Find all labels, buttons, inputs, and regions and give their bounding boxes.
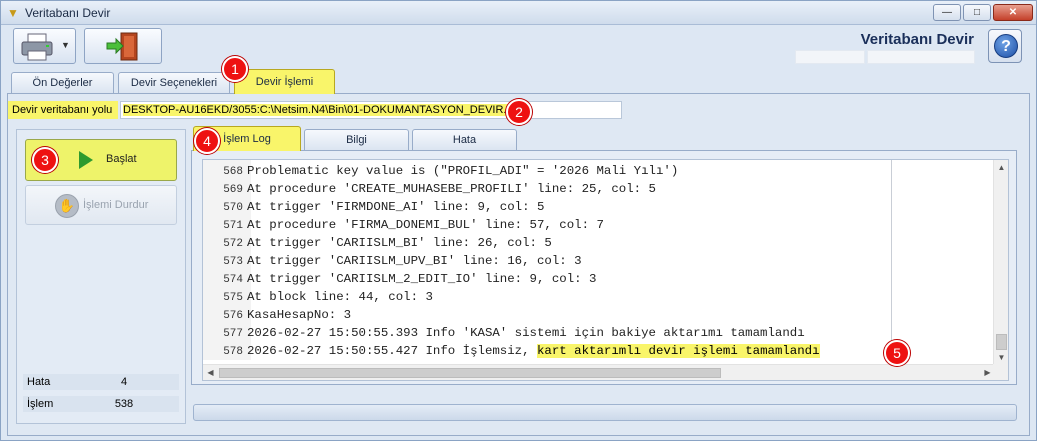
exit-door-icon xyxy=(106,32,138,61)
scroll-up-icon[interactable]: ▲ xyxy=(994,160,1008,175)
log-text: At procedure 'CREATE_MUHASEBE_PROFILI' l… xyxy=(247,182,656,196)
window-title: Veritabanı Devir xyxy=(25,6,111,20)
printer-icon xyxy=(21,33,53,61)
log-line: 577 2026-02-27 15:50:55.393 Info 'KASA' s… xyxy=(203,324,893,342)
path-value: DESKTOP-AU16EKD/3055:C:\Netsim.N4\Bin\01… xyxy=(123,104,529,116)
line-number: 570 xyxy=(223,202,243,214)
toolbar: ▼ Veritabanı Devir ? xyxy=(1,26,1036,68)
line-number: 573 xyxy=(223,256,243,268)
log-line: 568 Problematic key value is ("PROFIL_ADI… xyxy=(203,162,893,180)
log-lines: 568 Problematic key value is ("PROFIL_ADI… xyxy=(203,162,893,360)
log-line: 573 At trigger 'CARIISLM_UPV_BI' line: 16… xyxy=(203,252,893,270)
log-text: At procedure 'FIRMA_DONEMI_BUL' line: 57… xyxy=(247,218,604,232)
log-text: 2026-02-27 15:50:55.393 Info 'KASA' sist… xyxy=(247,326,805,340)
line-number: 572 xyxy=(223,238,243,250)
log-text: At trigger 'CARIISLM_UPV_BI' line: 16, c… xyxy=(247,254,582,268)
minimize-button[interactable]: — xyxy=(933,4,961,21)
print-button[interactable]: ▼ xyxy=(13,28,76,64)
title-bar: ▼ Veritabanı Devir — □ ✕ xyxy=(1,1,1036,25)
log-line: 576 KasaHesapNo: 3 xyxy=(203,306,893,324)
app-window: ▼ Veritabanı Devir — □ ✕ ▼ Veritabanı De… xyxy=(0,0,1037,441)
log-text: At block line: 44, col: 3 xyxy=(247,290,433,304)
line-number: 571 xyxy=(223,220,243,232)
help-icon: ? xyxy=(994,34,1018,58)
start-button-label: Başlat xyxy=(106,153,137,165)
exit-button[interactable] xyxy=(84,28,162,64)
log-highlight: kart aktarımlı devir işlemi tamamlandı xyxy=(537,344,820,358)
log-text: At trigger 'CARIISLM_2_EDIT_IO' line: 9,… xyxy=(247,272,597,286)
hand-stop-icon: ✋ xyxy=(55,194,79,218)
log-line: 572 At trigger 'CARIISLM_BI' line: 26, co… xyxy=(203,234,893,252)
line-number: 575 xyxy=(223,292,243,304)
log-text: KasaHesapNo: 3 xyxy=(247,308,352,322)
line-number: 577 xyxy=(223,328,243,340)
play-icon xyxy=(79,151,93,169)
log-line: 575 At block line: 44, col: 3 xyxy=(203,288,893,306)
log-text: At trigger 'CARIISLM_BI' line: 26, col: … xyxy=(247,236,552,250)
app-icon: ▼ xyxy=(7,6,19,20)
log-line: 570 At trigger 'FIRMDONE_AI' line: 9, col… xyxy=(203,198,893,216)
stop-button: ✋ İşlemi Durdur xyxy=(25,185,177,225)
path-label: Devir veritabanı yolu xyxy=(8,101,118,119)
path-field[interactable]: DESKTOP-AU16EKD/3055:C:\Netsim.N4\Bin\01… xyxy=(120,101,622,119)
line-number: 578 xyxy=(223,346,243,358)
callout-badge: 1 xyxy=(222,56,248,82)
tab-devir-islemi[interactable]: Devir İşlemi xyxy=(234,69,335,94)
line-number: 576 xyxy=(223,310,243,322)
vertical-scroll-thumb[interactable] xyxy=(996,334,1007,350)
process-count-value: 538 xyxy=(114,398,134,410)
log-line: 574 At trigger 'CARIISLM_2_EDIT_IO' line:… xyxy=(203,270,893,288)
callout-badge: 4 xyxy=(194,128,220,154)
header-info-box xyxy=(867,50,975,64)
scroll-left-icon[interactable]: ◀ xyxy=(203,365,218,380)
process-count-row: İşlem 538 xyxy=(23,396,179,412)
callout-badge: 3 xyxy=(32,147,58,173)
error-count-row: Hata 4 xyxy=(23,374,179,390)
line-number: 574 xyxy=(223,274,243,286)
progress-bar xyxy=(193,404,1017,421)
header-info-box xyxy=(795,50,865,64)
tab-devir-secenekleri[interactable]: Devir Seçenekleri xyxy=(118,72,230,93)
log-text: At trigger 'FIRMDONE_AI' line: 9, col: 5 xyxy=(247,200,545,214)
log-line: 578 2026-02-27 15:50:55.427 Info İşlemsiz… xyxy=(203,342,893,360)
horizontal-scrollbar[interactable]: ◀ ▶ xyxy=(203,364,995,380)
scroll-down-icon[interactable]: ▼ xyxy=(994,350,1008,365)
maximize-button[interactable]: □ xyxy=(963,4,991,21)
log-text: 2026-02-27 15:50:55.427 Info İşlemsiz, xyxy=(247,344,537,358)
horizontal-scroll-thumb[interactable] xyxy=(219,368,721,378)
stop-button-label: İşlemi Durdur xyxy=(83,199,149,211)
line-number: 569 xyxy=(223,184,243,196)
page-title: Veritabanı Devir xyxy=(860,31,974,48)
callout-badge: 2 xyxy=(506,99,532,125)
action-panel: Başlat ✋ İşlemi Durdur Hata 4 İşlem 538 xyxy=(16,129,186,424)
close-button[interactable]: ✕ xyxy=(993,4,1033,21)
scroll-corner xyxy=(993,364,1008,380)
vertical-scrollbar[interactable]: ▲ ▼ xyxy=(993,160,1008,365)
callout-badge: 5 xyxy=(884,340,910,366)
line-number: 568 xyxy=(223,166,243,178)
tab-bilgi[interactable]: Bilgi xyxy=(304,129,409,150)
error-count-value: 4 xyxy=(120,376,128,388)
process-count-label: İşlem xyxy=(27,398,54,410)
help-button[interactable]: ? xyxy=(988,29,1022,63)
error-count-label: Hata xyxy=(27,376,51,388)
tab-hata[interactable]: Hata xyxy=(412,129,517,150)
log-line: 569 At procedure 'CREATE_MUHASEBE_PROFILI… xyxy=(203,180,893,198)
chevron-down-icon: ▼ xyxy=(61,40,70,50)
log-text: Problematic key value is ("PROFIL_ADI" =… xyxy=(247,164,679,178)
log-line: 571 At procedure 'FIRMA_DONEMI_BUL' line:… xyxy=(203,216,893,234)
tab-on-degerler[interactable]: Ön Değerler xyxy=(11,72,114,93)
